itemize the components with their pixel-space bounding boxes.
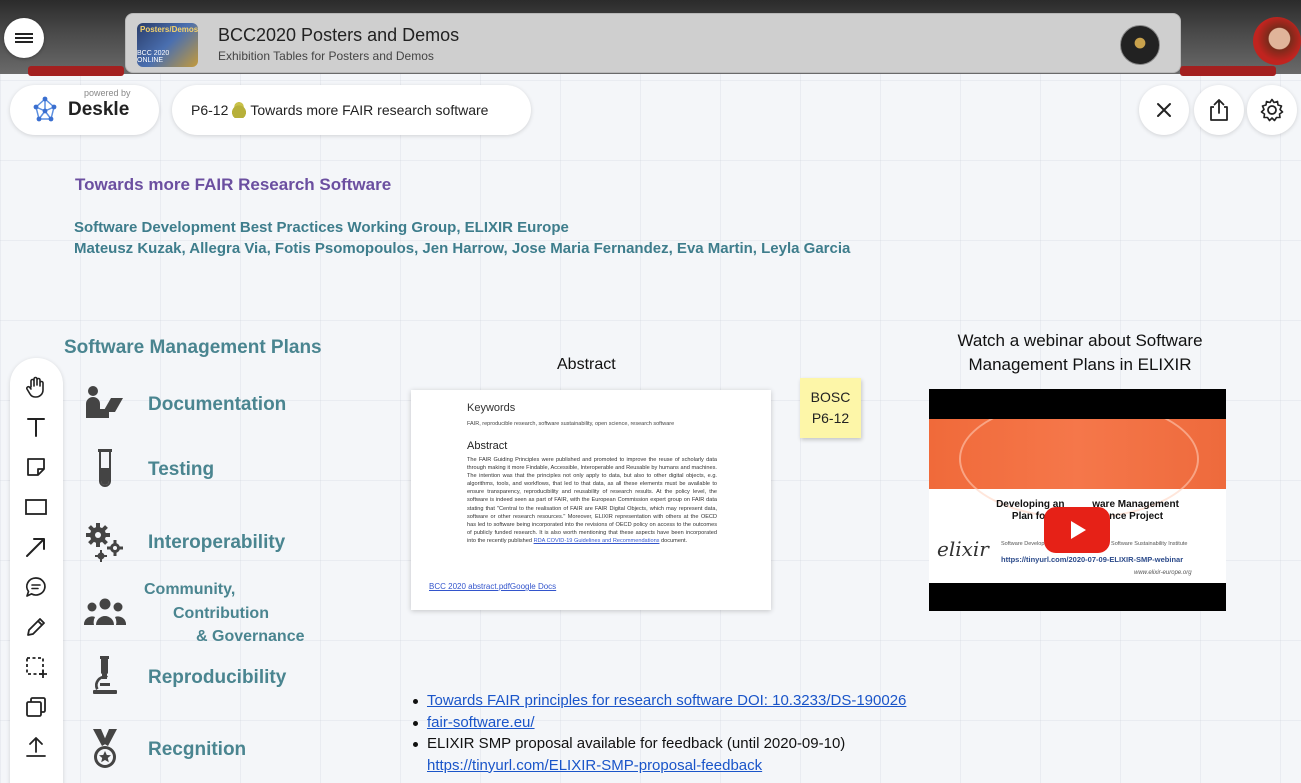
video-thumbnail: Developing an ware Management Plan for f… <box>929 419 1226 583</box>
arrow-icon <box>26 538 45 557</box>
list-item: https://tinyurl.com/ELIXIR-SMP-proposal-… <box>412 755 906 777</box>
text-icon <box>27 418 45 437</box>
room-thumbnail-bottom: BCC 2020 ONLINE <box>137 50 170 64</box>
room-card[interactable]: Posters/Demos BCC 2020 ONLINE BCC2020 Po… <box>125 13 1181 73</box>
gear-icon <box>1260 98 1284 122</box>
pear-icon <box>232 102 247 118</box>
share-button[interactable] <box>1194 85 1244 135</box>
poster-authors: Software Development Best Practices Work… <box>74 217 850 259</box>
poster-id: P6-12 <box>191 102 229 118</box>
sticky-line-1: BOSC <box>810 389 851 405</box>
selection-icon <box>26 657 47 678</box>
play-icon <box>1071 521 1086 539</box>
abstract-document[interactable]: Keywords FAIR, reproducible research, so… <box>411 390 771 610</box>
share-icon <box>1210 99 1228 121</box>
sticky-note-icon <box>27 458 45 476</box>
rectangle-tool[interactable] <box>23 494 49 520</box>
room-thumbnail-top: Posters/Demos <box>140 25 198 34</box>
hamburger-icon <box>15 31 33 45</box>
sticky-note[interactable]: BOSC P6-12 <box>800 378 861 438</box>
fair-principles-link[interactable]: Towards FAIR principles for research sof… <box>427 692 906 709</box>
play-button[interactable] <box>1044 507 1110 553</box>
comment-tool[interactable] <box>23 574 49 600</box>
resource-links: Towards FAIR principles for research sof… <box>412 690 906 776</box>
documentation-icon <box>82 382 128 422</box>
user-avatar[interactable] <box>1253 17 1301 65</box>
feature-reproducibility: Reproducibility <box>148 667 287 688</box>
list-item: Towards FAIR principles for research sof… <box>412 690 906 712</box>
close-icon <box>1157 103 1171 117</box>
community-icon <box>82 592 128 632</box>
deskle-brand[interactable]: powered by Deskle <box>10 85 159 135</box>
upload-tool[interactable] <box>23 734 49 760</box>
feature-documentation: Documentation <box>148 394 287 415</box>
rectangle-icon <box>25 499 47 515</box>
gears-icon <box>82 522 128 562</box>
room-subtitle: Exhibition Tables for Posters and Demos <box>218 49 434 63</box>
layers-tool[interactable] <box>23 694 49 720</box>
working-group: Software Development Best Practices Work… <box>74 219 569 236</box>
abstract-body-text: The FAIR Guiding Principles were publish… <box>467 457 717 544</box>
abstract-body-end: document. <box>659 537 688 544</box>
upload-icon <box>26 737 46 757</box>
selection-tool[interactable] <box>23 654 49 680</box>
smp-proposal-link[interactable]: https://tinyurl.com/ELIXIR-SMP-proposal-… <box>427 757 762 774</box>
red-bar <box>28 66 124 76</box>
tool-palette <box>10 358 63 783</box>
powered-by-label: powered by <box>84 88 131 98</box>
hand-icon <box>26 376 44 398</box>
close-button[interactable] <box>1139 85 1189 135</box>
poster-main-title: Towards more FAIR Research Software <box>75 175 392 194</box>
pencil-tool[interactable] <box>23 614 49 640</box>
medal-icon <box>82 729 128 770</box>
keywords-heading: Keywords <box>467 402 516 414</box>
list-item: ELIXIR SMP proposal available for feedba… <box>412 733 906 755</box>
sticky-line-2: P6-12 <box>811 410 850 426</box>
arrow-tool[interactable] <box>23 534 49 560</box>
slide-banner <box>929 419 1226 519</box>
deskle-logo-icon <box>33 96 57 122</box>
red-bar <box>1180 66 1276 76</box>
room-avatar[interactable] <box>1120 25 1160 65</box>
abstract-body-link[interactable]: RDA COVID-19 Guidelines and Recommendati… <box>534 538 660 544</box>
smp-heading: Software Management Plans <box>64 337 322 358</box>
layers-icon <box>26 697 46 717</box>
room-title: BCC2020 Posters and Demos <box>218 25 460 45</box>
elixir-logo: elixir <box>937 537 989 561</box>
webinar-label: Watch a webinar about Software Managemen… <box>957 331 1203 374</box>
feature-interoperability: Interoperability <box>148 532 286 553</box>
brand-name: Deskle <box>68 99 130 120</box>
feature-testing: Testing <box>148 459 215 480</box>
community-line-2: Contribution <box>173 604 269 622</box>
keywords-text: FAIR, reproducible research, software su… <box>467 421 675 427</box>
abstract-label: Abstract <box>557 356 616 373</box>
microscope-icon <box>82 656 128 696</box>
feature-community: Community, Contribution & Governance <box>144 578 304 649</box>
comment-icon <box>25 577 46 597</box>
community-line-1: Community, <box>144 581 236 598</box>
settings-button[interactable] <box>1247 85 1297 135</box>
sticky-note-tool[interactable] <box>23 454 49 480</box>
abstract-heading: Abstract <box>467 440 508 452</box>
poster-title-pill[interactable]: P6-12 Towards more FAIR research softwar… <box>172 85 531 135</box>
room-thumbnail: Posters/Demos BCC 2020 ONLINE <box>137 23 198 67</box>
author-list: Mateusz Kuzak, Allegra Via, Fotis Psomop… <box>74 240 851 257</box>
abstract-file-link[interactable]: BCC 2020 abstract.pdfGoogle Docs <box>429 582 556 591</box>
webinar-video[interactable]: Developing an ware Management Plan for f… <box>929 389 1226 611</box>
hand-tool[interactable] <box>23 374 49 400</box>
abstract-body: The FAIR Guiding Principles were publish… <box>467 456 717 545</box>
poster-title: Towards more FAIR research software <box>250 102 489 118</box>
slide-site: www.elixir-europe.org <box>1134 570 1192 576</box>
slide-url: https://tinyurl.com/2020-07-09-ELIXIR-SM… <box>1001 555 1184 564</box>
menu-button[interactable] <box>4 18 44 58</box>
smp-proposal-text: ELIXIR SMP proposal available for feedba… <box>427 735 846 752</box>
fair-software-link[interactable]: fair-software.eu/ <box>427 714 535 731</box>
feature-recognition: Recgnition <box>148 739 247 760</box>
list-item: fair-software.eu/ <box>412 712 906 734</box>
pencil-icon <box>27 618 45 636</box>
testing-icon <box>82 448 128 488</box>
text-tool[interactable] <box>23 414 49 440</box>
community-line-3: & Governance <box>196 628 305 645</box>
